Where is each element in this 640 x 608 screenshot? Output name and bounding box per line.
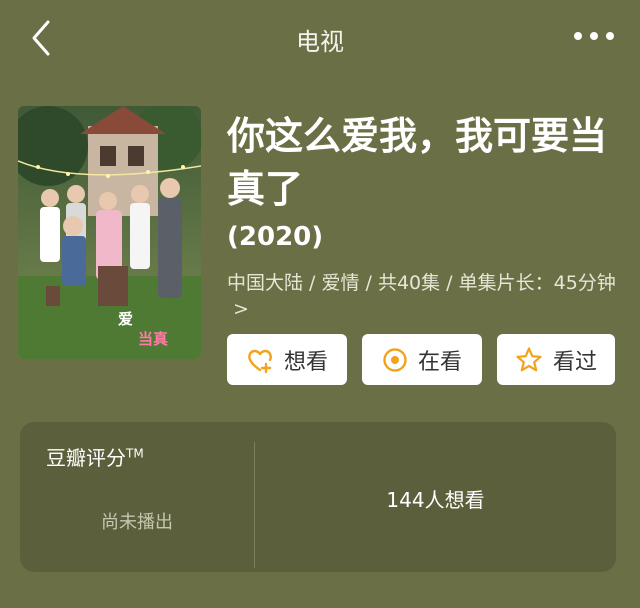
rating-card: 豆瓣评分TM 尚未播出 144人想看	[20, 422, 616, 572]
poster-illustration: 爱 当真	[18, 106, 201, 359]
star-icon	[516, 346, 542, 371]
heart-plus-icon	[248, 349, 272, 373]
more-dots-icon	[574, 32, 614, 40]
watched-button[interactable]: 看过	[497, 334, 615, 385]
douban-rating-label: 豆瓣评分TM	[46, 446, 144, 470]
movie-title: 你这么爱我，我可要当真了	[227, 114, 608, 211]
chevron-right-icon: >	[233, 298, 249, 320]
want-label: 想看	[283, 349, 328, 375]
want-count[interactable]: 144人想看	[255, 484, 616, 513]
poster-title-text: 爱	[118, 310, 133, 328]
rating-status: 尚未播出	[101, 512, 173, 533]
want-button[interactable]: 想看	[227, 334, 347, 385]
top-bar: 电视	[0, 0, 640, 76]
watched-label: 看过	[552, 349, 597, 375]
svg-text:当真: 当真	[138, 330, 168, 348]
movie-meta[interactable]: 中国大陆 / 爱情 / 共40集 / 单集片长：45分钟 >	[227, 270, 622, 322]
target-circle-icon	[383, 347, 407, 372]
more-button[interactable]	[572, 24, 616, 48]
movie-year: (2020)	[227, 222, 324, 252]
poster-image[interactable]: 爱 当真	[18, 106, 201, 359]
page-title: 电视	[296, 28, 344, 56]
watching-label: 在看	[417, 349, 462, 375]
meta-text: 中国大陆 / 爱情 / 共40集 / 单集片长：45分钟	[227, 272, 616, 294]
trademark-mark: TM	[126, 446, 144, 461]
watching-button[interactable]: 在看	[362, 334, 482, 385]
